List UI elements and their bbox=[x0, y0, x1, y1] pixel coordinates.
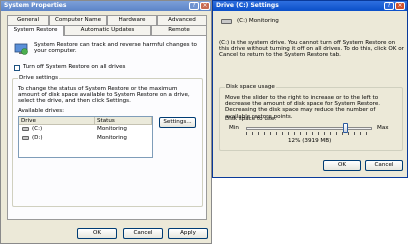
slider-tick bbox=[306, 132, 307, 135]
dialog-ok-button[interactable]: OK bbox=[323, 160, 361, 171]
dialog-cancel-button[interactable]: Cancel bbox=[365, 160, 403, 171]
system-properties-titlebar[interactable]: System Properties bbox=[1, 1, 211, 11]
slider-tick bbox=[282, 132, 283, 135]
slider-thumb[interactable] bbox=[342, 123, 348, 133]
slider-min-label: Min bbox=[229, 125, 239, 131]
tab-hardware[interactable]: Hardware bbox=[107, 15, 157, 25]
drive-icon bbox=[221, 19, 233, 25]
slider-tick bbox=[270, 132, 271, 135]
settings-button[interactable]: Settings... bbox=[159, 117, 196, 128]
tab-system-restore[interactable]: System Restore bbox=[7, 25, 64, 36]
disk-usage-label: Disk space usage bbox=[225, 84, 276, 91]
slider-tick bbox=[294, 132, 295, 135]
disk-space-slider[interactable] bbox=[246, 122, 372, 136]
slider-tick bbox=[252, 132, 253, 135]
disk-usage-value: 12% (3919 MB) bbox=[288, 138, 332, 144]
slider-tick bbox=[288, 132, 289, 135]
slider-tick bbox=[324, 132, 325, 135]
tab-remote[interactable]: Remote bbox=[151, 25, 207, 35]
drive-row-c[interactable]: (C:) Monitoring bbox=[19, 126, 152, 134]
turn-off-all-label: Turn off System Restore on all drives bbox=[23, 64, 126, 70]
drive-c-icon bbox=[22, 127, 29, 131]
tab-computer-name[interactable]: Computer Name bbox=[49, 15, 107, 25]
dialog-title: Drive (C:) Settings bbox=[216, 2, 279, 9]
slider-tick bbox=[330, 132, 331, 135]
slider-tick bbox=[258, 132, 259, 135]
turn-off-all-checkbox[interactable] bbox=[14, 65, 20, 71]
dialog-help-button[interactable]: ? bbox=[384, 2, 394, 10]
slider-tick bbox=[366, 132, 367, 135]
drives-list[interactable]: Drive Status (C:) Monitoring (D:) Monito… bbox=[18, 116, 153, 158]
system-restore-icon bbox=[14, 43, 28, 55]
drive-d-icon bbox=[22, 136, 29, 140]
ok-button[interactable]: OK bbox=[77, 228, 117, 239]
cancel-button[interactable]: Cancel bbox=[123, 228, 163, 239]
intro-text: System Restore can track and reverse har… bbox=[34, 42, 197, 55]
drive-status-label: (C:) Monitoring bbox=[237, 18, 279, 24]
slider-tick bbox=[276, 132, 277, 135]
help-button[interactable]: ? bbox=[189, 2, 199, 10]
slider-max-label: Max bbox=[377, 125, 389, 131]
system-drive-description: (C:) is the system drive. You cannot tur… bbox=[219, 40, 404, 59]
slider-tick bbox=[300, 132, 301, 135]
drive-c-status: Monitoring bbox=[97, 126, 127, 132]
tab-automatic-updates[interactable]: Automatic Updates bbox=[64, 25, 151, 35]
column-status[interactable]: Status bbox=[95, 117, 152, 125]
drive-d-status: Monitoring bbox=[97, 135, 127, 141]
available-drives-label: Available drives: bbox=[18, 108, 65, 114]
drive-settings-titlebar[interactable]: Drive (C:) Settings bbox=[213, 1, 407, 11]
slider-tick bbox=[336, 132, 337, 135]
slider-track bbox=[246, 127, 372, 130]
drive-d-name: (D:) bbox=[32, 135, 43, 141]
drive-settings-group: Drive settings To change the status of S… bbox=[12, 75, 203, 207]
drive-settings-text: To change the status of System Restore o… bbox=[18, 86, 190, 105]
close-button[interactable]: × bbox=[200, 2, 210, 10]
slider-ticks bbox=[246, 132, 372, 135]
drive-row-d[interactable]: (D:) Monitoring bbox=[19, 135, 152, 143]
window-title: System Properties bbox=[4, 2, 67, 9]
drive-settings-label: Drive settings bbox=[18, 75, 59, 82]
drive-settings-dialog: Drive (C:) Settings ? × (C:) Monitoring … bbox=[212, 0, 408, 178]
apply-button[interactable]: Apply bbox=[168, 228, 208, 239]
slider-tick bbox=[348, 132, 349, 135]
system-restore-panel: System Restore can track and reverse har… bbox=[7, 35, 207, 220]
drive-c-name: (C:) bbox=[32, 126, 43, 132]
column-drive[interactable]: Drive bbox=[19, 117, 95, 125]
system-properties-window: System Properties ? × General Computer N… bbox=[0, 0, 212, 244]
slider-tick bbox=[246, 132, 247, 135]
slider-tick bbox=[318, 132, 319, 135]
slider-tick bbox=[354, 132, 355, 135]
disk-usage-group: Disk space usage Move the slider to the … bbox=[219, 84, 403, 151]
tab-advanced[interactable]: Advanced bbox=[157, 15, 207, 25]
slider-tick bbox=[312, 132, 313, 135]
dialog-close-button[interactable]: × bbox=[395, 2, 405, 10]
tab-general[interactable]: General bbox=[7, 15, 49, 25]
slider-tick bbox=[360, 132, 361, 135]
slider-tick bbox=[264, 132, 265, 135]
